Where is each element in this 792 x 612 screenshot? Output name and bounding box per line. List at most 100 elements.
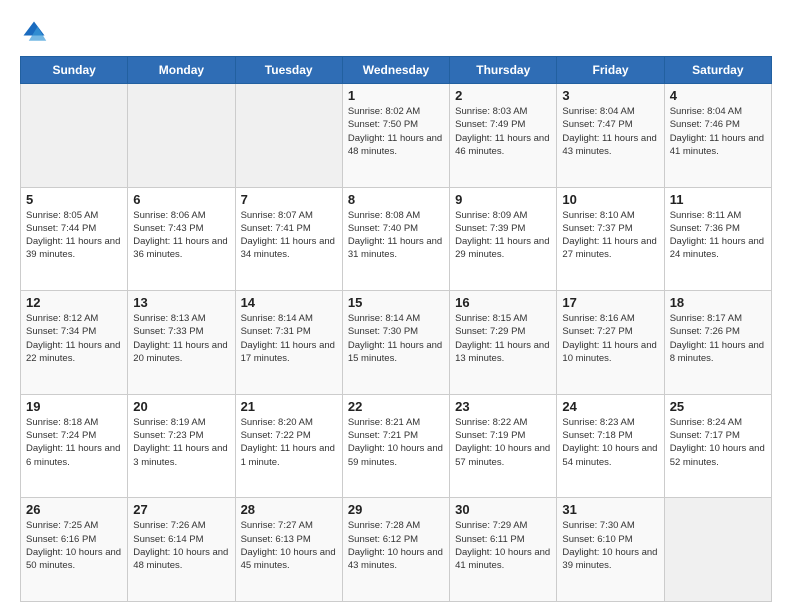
day-number: 11	[670, 192, 766, 207]
day-number: 13	[133, 295, 229, 310]
calendar-cell: 26 Sunrise: 7:25 AM Sunset: 6:16 PM Dayli…	[21, 498, 128, 602]
day-header-friday: Friday	[557, 57, 664, 84]
day-number: 27	[133, 502, 229, 517]
day-info: Sunrise: 8:10 AM Sunset: 7:37 PM Dayligh…	[562, 209, 658, 262]
day-number: 22	[348, 399, 444, 414]
calendar-cell: 30Sunrise: 7:29 AM Sunset: 6:11 PM Dayli…	[450, 498, 557, 602]
day-info: Sunrise: 8:06 AM Sunset: 7:43 PM Dayligh…	[133, 209, 229, 262]
calendar-cell: 15Sunrise: 8:14 AM Sunset: 7:30 PM Dayli…	[342, 291, 449, 395]
calendar-cell: 7 Sunrise: 8:07 AM Sunset: 7:41 PM Daylig…	[235, 187, 342, 291]
day-info: Sunrise: 8:18 AM Sunset: 7:24 PM Dayligh…	[26, 416, 122, 469]
calendar-cell: 27 Sunrise: 7:26 AM Sunset: 6:14 PM Dayli…	[128, 498, 235, 602]
day-info: Sunrise: 8:21 AM Sunset: 7:21 PM Dayligh…	[348, 416, 444, 469]
day-number: 14	[241, 295, 337, 310]
day-number: 19	[26, 399, 122, 414]
day-info: Sunrise: 7:30 AM Sunset: 6:10 PM Dayligh…	[562, 519, 658, 572]
calendar-cell: 20 Sunrise: 8:19 AM Sunset: 7:23 PM Dayli…	[128, 394, 235, 498]
day-number: 25	[670, 399, 766, 414]
day-number: 6	[133, 192, 229, 207]
page: SundayMondayTuesdayWednesdayThursdayFrid…	[0, 0, 792, 612]
calendar-table: SundayMondayTuesdayWednesdayThursdayFrid…	[20, 56, 772, 602]
day-header-sunday: Sunday	[21, 57, 128, 84]
day-header-thursday: Thursday	[450, 57, 557, 84]
logo-icon	[20, 18, 48, 46]
calendar-cell: 16 Sunrise: 8:15 AM Sunset: 7:29 PM Dayli…	[450, 291, 557, 395]
calendar-cell: 5Sunrise: 8:05 AM Sunset: 7:44 PM Daylig…	[21, 187, 128, 291]
day-number: 1	[348, 88, 444, 103]
day-info: Sunrise: 8:12 AM Sunset: 7:34 PM Dayligh…	[26, 312, 122, 365]
day-info: Sunrise: 8:23 AM Sunset: 7:18 PM Dayligh…	[562, 416, 658, 469]
calendar-cell: 17Sunrise: 8:16 AM Sunset: 7:27 PM Dayli…	[557, 291, 664, 395]
calendar-cell: 10 Sunrise: 8:10 AM Sunset: 7:37 PM Dayli…	[557, 187, 664, 291]
calendar-cell: 31 Sunrise: 7:30 AM Sunset: 6:10 PM Dayli…	[557, 498, 664, 602]
day-info: Sunrise: 8:14 AM Sunset: 7:30 PM Dayligh…	[348, 312, 444, 365]
calendar-week-5: 26 Sunrise: 7:25 AM Sunset: 6:16 PM Dayli…	[21, 498, 772, 602]
calendar-cell: 8Sunrise: 8:08 AM Sunset: 7:40 PM Daylig…	[342, 187, 449, 291]
day-number: 29	[348, 502, 444, 517]
calendar-cell: 3Sunrise: 8:04 AM Sunset: 7:47 PM Daylig…	[557, 84, 664, 188]
day-number: 2	[455, 88, 551, 103]
day-info: Sunrise: 8:16 AM Sunset: 7:27 PM Dayligh…	[562, 312, 658, 365]
calendar-header-row: SundayMondayTuesdayWednesdayThursdayFrid…	[21, 57, 772, 84]
day-number: 30	[455, 502, 551, 517]
calendar-week-4: 19 Sunrise: 8:18 AM Sunset: 7:24 PM Dayli…	[21, 394, 772, 498]
day-number: 10	[562, 192, 658, 207]
day-number: 21	[241, 399, 337, 414]
day-info: Sunrise: 7:27 AM Sunset: 6:13 PM Dayligh…	[241, 519, 337, 572]
day-number: 9	[455, 192, 551, 207]
calendar-cell: 21Sunrise: 8:20 AM Sunset: 7:22 PM Dayli…	[235, 394, 342, 498]
calendar-cell: 1 Sunrise: 8:02 AM Sunset: 7:50 PM Daylig…	[342, 84, 449, 188]
calendar-cell: 4Sunrise: 8:04 AM Sunset: 7:46 PM Daylig…	[664, 84, 771, 188]
day-info: Sunrise: 8:03 AM Sunset: 7:49 PM Dayligh…	[455, 105, 551, 158]
calendar-cell: 24 Sunrise: 8:23 AM Sunset: 7:18 PM Dayli…	[557, 394, 664, 498]
day-info: Sunrise: 8:07 AM Sunset: 7:41 PM Dayligh…	[241, 209, 337, 262]
day-number: 26	[26, 502, 122, 517]
day-number: 4	[670, 88, 766, 103]
day-info: Sunrise: 8:19 AM Sunset: 7:23 PM Dayligh…	[133, 416, 229, 469]
day-info: Sunrise: 8:11 AM Sunset: 7:36 PM Dayligh…	[670, 209, 766, 262]
day-info: Sunrise: 7:25 AM Sunset: 6:16 PM Dayligh…	[26, 519, 122, 572]
calendar-cell: 6 Sunrise: 8:06 AM Sunset: 7:43 PM Daylig…	[128, 187, 235, 291]
calendar-cell: 29 Sunrise: 7:28 AM Sunset: 6:12 PM Dayli…	[342, 498, 449, 602]
day-number: 31	[562, 502, 658, 517]
day-number: 16	[455, 295, 551, 310]
day-header-saturday: Saturday	[664, 57, 771, 84]
day-info: Sunrise: 8:09 AM Sunset: 7:39 PM Dayligh…	[455, 209, 551, 262]
day-info: Sunrise: 8:15 AM Sunset: 7:29 PM Dayligh…	[455, 312, 551, 365]
calendar-cell: 11 Sunrise: 8:11 AM Sunset: 7:36 PM Dayli…	[664, 187, 771, 291]
day-info: Sunrise: 8:24 AM Sunset: 7:17 PM Dayligh…	[670, 416, 766, 469]
day-info: Sunrise: 7:28 AM Sunset: 6:12 PM Dayligh…	[348, 519, 444, 572]
calendar-cell: 28 Sunrise: 7:27 AM Sunset: 6:13 PM Dayli…	[235, 498, 342, 602]
calendar-week-2: 5Sunrise: 8:05 AM Sunset: 7:44 PM Daylig…	[21, 187, 772, 291]
calendar-cell: 25 Sunrise: 8:24 AM Sunset: 7:17 PM Dayli…	[664, 394, 771, 498]
day-info: Sunrise: 8:02 AM Sunset: 7:50 PM Dayligh…	[348, 105, 444, 158]
day-info: Sunrise: 7:26 AM Sunset: 6:14 PM Dayligh…	[133, 519, 229, 572]
day-number: 12	[26, 295, 122, 310]
calendar-cell	[128, 84, 235, 188]
calendar-cell: 18 Sunrise: 8:17 AM Sunset: 7:26 PM Dayli…	[664, 291, 771, 395]
calendar-cell: 9 Sunrise: 8:09 AM Sunset: 7:39 PM Daylig…	[450, 187, 557, 291]
day-number: 20	[133, 399, 229, 414]
day-number: 18	[670, 295, 766, 310]
day-info: Sunrise: 8:08 AM Sunset: 7:40 PM Dayligh…	[348, 209, 444, 262]
day-number: 28	[241, 502, 337, 517]
day-header-monday: Monday	[128, 57, 235, 84]
calendar-cell: 13 Sunrise: 8:13 AM Sunset: 7:33 PM Dayli…	[128, 291, 235, 395]
calendar-cell	[235, 84, 342, 188]
calendar-cell: 2 Sunrise: 8:03 AM Sunset: 7:49 PM Daylig…	[450, 84, 557, 188]
calendar-cell: 12 Sunrise: 8:12 AM Sunset: 7:34 PM Dayli…	[21, 291, 128, 395]
calendar-cell: 19 Sunrise: 8:18 AM Sunset: 7:24 PM Dayli…	[21, 394, 128, 498]
calendar-cell	[664, 498, 771, 602]
day-number: 7	[241, 192, 337, 207]
header	[20, 18, 772, 46]
day-info: Sunrise: 8:13 AM Sunset: 7:33 PM Dayligh…	[133, 312, 229, 365]
day-number: 24	[562, 399, 658, 414]
day-number: 5	[26, 192, 122, 207]
calendar-week-3: 12 Sunrise: 8:12 AM Sunset: 7:34 PM Dayli…	[21, 291, 772, 395]
calendar-cell: 23Sunrise: 8:22 AM Sunset: 7:19 PM Dayli…	[450, 394, 557, 498]
day-header-tuesday: Tuesday	[235, 57, 342, 84]
calendar-week-1: 1 Sunrise: 8:02 AM Sunset: 7:50 PM Daylig…	[21, 84, 772, 188]
day-number: 23	[455, 399, 551, 414]
day-info: Sunrise: 8:04 AM Sunset: 7:47 PM Dayligh…	[562, 105, 658, 158]
day-info: Sunrise: 8:17 AM Sunset: 7:26 PM Dayligh…	[670, 312, 766, 365]
